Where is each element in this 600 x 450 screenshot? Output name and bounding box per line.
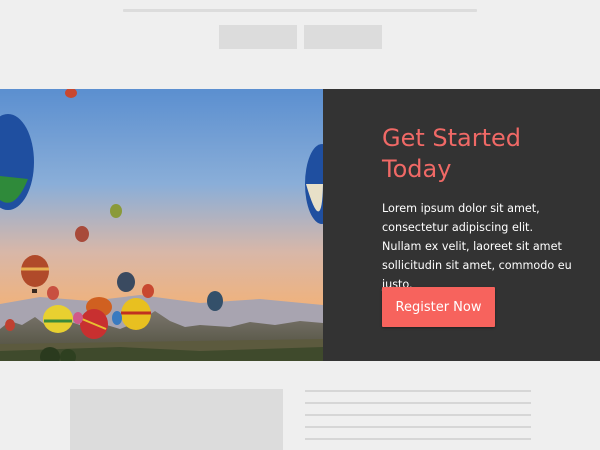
- hero-section: Get Started Today Lorem ipsum dolor sit …: [0, 89, 600, 361]
- nav-placeholder-1: [219, 25, 297, 49]
- register-button[interactable]: Register Now: [382, 287, 495, 327]
- content-image-placeholder: [70, 389, 283, 450]
- hero-image: [0, 89, 323, 361]
- hero-panel: Get Started Today Lorem ipsum dolor sit …: [323, 89, 600, 361]
- text-line-placeholder: [305, 414, 531, 416]
- text-line-placeholder: [305, 390, 531, 392]
- nav-placeholder-2: [304, 25, 382, 49]
- top-divider: [123, 9, 477, 12]
- text-line-placeholder: [305, 438, 531, 440]
- hero-title: Get Started Today: [382, 124, 522, 183]
- hero-body-text: Lorem ipsum dolor sit amet, consectetur …: [382, 202, 572, 291]
- text-line-placeholder: [305, 426, 531, 428]
- text-line-placeholder: [305, 402, 531, 404]
